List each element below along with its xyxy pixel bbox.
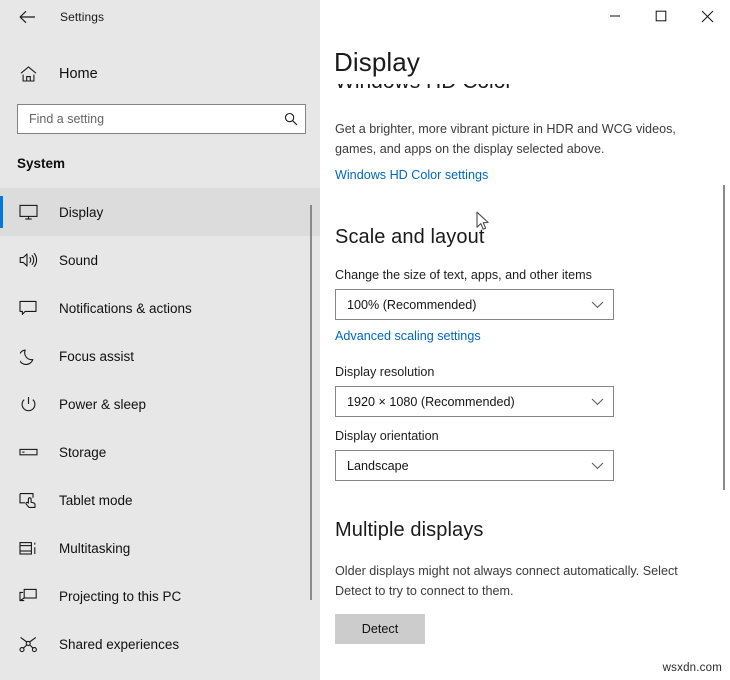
- settings-body: Get a brighter, more vibrant picture in …: [335, 120, 710, 644]
- windows-hd-color-settings-link[interactable]: Windows HD Color settings: [335, 168, 488, 182]
- sidebar-item-projecting[interactable]: Projecting to this PC: [0, 572, 320, 620]
- sidebar-nav-list: Display Sound: [0, 188, 320, 668]
- sidebar-item-storage-label: Storage: [59, 445, 106, 460]
- advanced-scaling-settings-link[interactable]: Advanced scaling settings: [335, 329, 481, 343]
- sidebar-item-tablet-mode[interactable]: Tablet mode: [0, 476, 320, 524]
- monitor-icon: [17, 201, 39, 223]
- settings-window: Settings Home System: [0, 0, 730, 680]
- sidebar-item-notifications-label: Notifications & actions: [59, 301, 192, 316]
- multiple-displays-description: Older displays might not always connect …: [335, 562, 680, 601]
- search-input[interactable]: [29, 112, 284, 126]
- sidebar-item-multitasking-label: Multitasking: [59, 541, 130, 556]
- app-title: Settings: [60, 10, 104, 24]
- sidebar-item-power-sleep[interactable]: Power & sleep: [0, 380, 320, 428]
- page-title: Display: [334, 44, 720, 84]
- windows-hd-color-description: Get a brighter, more vibrant picture in …: [335, 120, 680, 159]
- search-icon[interactable]: [284, 112, 298, 126]
- sidebar-item-display-label: Display: [59, 205, 103, 220]
- sidebar-scrollbar-thumb[interactable]: [310, 205, 312, 600]
- resolution-dropdown[interactable]: 1920 × 1080 (Recommended): [335, 386, 614, 417]
- sidebar-item-multitasking[interactable]: Multitasking: [0, 524, 320, 572]
- sidebar-item-sound[interactable]: Sound: [0, 236, 320, 284]
- sidebar-item-notifications[interactable]: Notifications & actions: [0, 284, 320, 332]
- sidebar-item-sound-label: Sound: [59, 253, 98, 268]
- speaker-icon: [17, 249, 39, 271]
- moon-icon: [17, 345, 39, 367]
- tablet-icon: [17, 489, 39, 511]
- sidebar-item-shared-experiences-label: Shared experiences: [59, 637, 179, 652]
- orientation-dropdown-value: Landscape: [347, 459, 409, 473]
- multiple-displays-heading: Multiple displays: [335, 519, 710, 542]
- scale-dropdown-value: 100% (Recommended): [347, 298, 477, 312]
- resolution-label: Display resolution: [335, 365, 710, 379]
- sidebar-item-display[interactable]: Display: [0, 188, 320, 236]
- orientation-dropdown[interactable]: Landscape: [335, 450, 614, 481]
- main-scrollbar[interactable]: [721, 100, 727, 660]
- titlebar-left: Settings: [0, 0, 320, 33]
- sidebar-item-focus-assist[interactable]: Focus assist: [0, 332, 320, 380]
- sidebar-scrollbar[interactable]: [308, 150, 314, 680]
- sidebar-item-focus-assist-label: Focus assist: [59, 349, 134, 364]
- sidebar-item-home-label: Home: [59, 66, 98, 82]
- main-scrollbar-thumb[interactable]: [723, 185, 725, 490]
- detect-button[interactable]: Detect: [335, 614, 425, 644]
- sidebar-item-storage[interactable]: Storage: [0, 428, 320, 476]
- sidebar-item-home[interactable]: Home: [0, 55, 320, 93]
- display-settings-scroll-area: Windows HD Color Display Get a brighter,…: [320, 0, 730, 680]
- sidebar-section-title: System: [17, 156, 320, 171]
- sidebar: Settings Home System: [0, 0, 320, 680]
- scale-label: Change the size of text, apps, and other…: [335, 268, 710, 282]
- project-icon: [17, 585, 39, 607]
- home-icon: [17, 63, 39, 85]
- orientation-label: Display orientation: [335, 429, 710, 443]
- resolution-dropdown-value: 1920 × 1080 (Recommended): [347, 395, 515, 409]
- sidebar-item-power-sleep-label: Power & sleep: [59, 397, 146, 412]
- scale-and-layout-heading: Scale and layout: [335, 226, 710, 249]
- multitasking-icon: [17, 537, 39, 559]
- search-box[interactable]: [17, 104, 306, 134]
- sidebar-item-projecting-label: Projecting to this PC: [59, 589, 181, 604]
- sidebar-item-shared-experiences[interactable]: Shared experiences: [0, 620, 320, 668]
- scale-dropdown[interactable]: 100% (Recommended): [335, 289, 614, 320]
- main-content: Windows HD Color Display Get a brighter,…: [320, 0, 730, 680]
- back-arrow-icon[interactable]: [14, 4, 40, 30]
- chevron-down-icon: [591, 398, 604, 406]
- notification-icon: [17, 297, 39, 319]
- chevron-down-icon: [591, 462, 604, 470]
- chevron-down-icon: [591, 301, 604, 309]
- share-icon: [17, 633, 39, 655]
- watermark: wsxdn.com: [663, 662, 722, 674]
- power-icon: [17, 393, 39, 415]
- sidebar-item-tablet-mode-label: Tablet mode: [59, 493, 133, 508]
- drive-icon: [17, 441, 39, 463]
